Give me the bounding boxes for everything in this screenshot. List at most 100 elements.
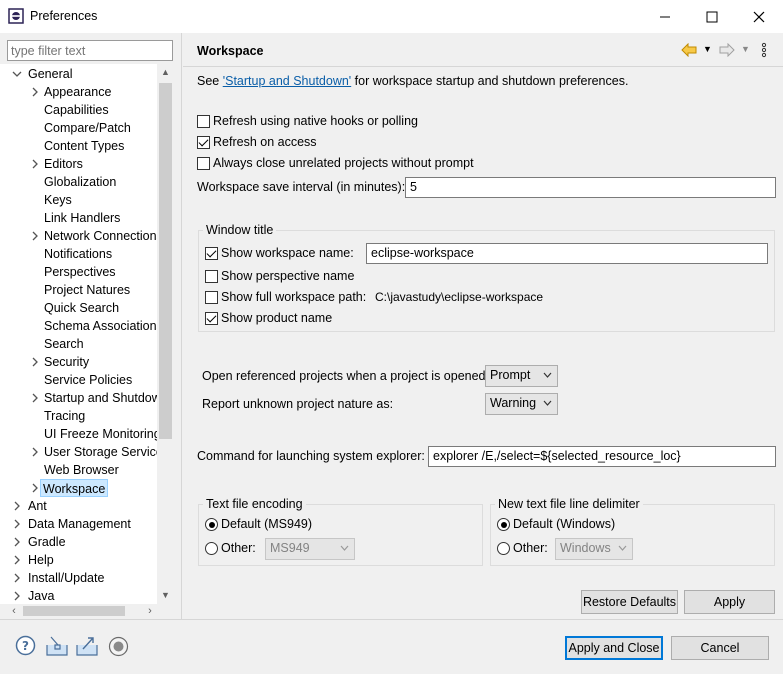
startup-shutdown-link[interactable]: 'Startup and Shutdown' [223,74,351,88]
scroll-right-icon[interactable]: › [143,604,157,618]
tree-item-network-connections[interactable]: Network Connections [44,227,163,245]
chevron-right-icon[interactable] [11,533,23,551]
tree-item-service-policies[interactable]: Service Policies [44,371,132,389]
chevron-right-icon[interactable] [29,389,41,407]
chevron-right-icon[interactable] [11,551,23,569]
encoding-other-radio[interactable] [205,542,218,555]
encoding-other-label: Other: [221,541,256,555]
export-icon[interactable] [75,635,99,660]
see-suffix: for workspace startup and shutdown prefe… [351,74,629,88]
tree-item-link-handlers[interactable]: Link Handlers [44,209,120,227]
tree-item-capabilities[interactable]: Capabilities [44,101,109,119]
chevron-right-icon[interactable] [11,569,23,587]
always-close-checkbox[interactable] [197,157,210,170]
tree-item-schema-associations[interactable]: Schema Associations [44,317,163,335]
chevron-right-icon[interactable] [11,587,23,604]
help-icon[interactable]: ? [15,635,36,659]
tree-item-startup-and-shutdown[interactable]: Startup and Shutdown [44,389,168,407]
show-perspective-checkbox[interactable] [205,270,218,283]
apply-button[interactable]: Apply [684,590,775,614]
maximize-button[interactable] [689,0,735,33]
tree-item-search[interactable]: Search [44,335,84,353]
import-icon[interactable] [45,635,69,660]
tree-item-java[interactable]: Java [28,587,54,604]
tree-item-editors[interactable]: Editors [44,155,83,173]
bottom-separator [0,619,783,620]
pane-divider [181,33,182,619]
workspace-name-input[interactable]: eclipse-workspace [366,243,768,264]
tree-item-project-natures[interactable]: Project Natures [44,281,130,299]
encoding-other-select[interactable]: MS949 [265,538,355,560]
delimiter-other-radio[interactable] [497,542,510,555]
tree-vertical-scrollbar[interactable]: ▲ ▼ [157,64,174,604]
full-path-value: C:\javastudy\eclipse-workspace [375,290,544,304]
scrollbar-thumb[interactable] [159,83,172,439]
minimize-button[interactable] [642,0,688,33]
apply-and-close-button[interactable]: Apply and Close [565,636,663,660]
refresh-native-checkbox[interactable] [197,115,210,128]
open-referenced-value: Prompt [490,368,531,382]
tree-item-help[interactable]: Help [28,551,54,569]
tree-item-ui-freeze-monitoring[interactable]: UI Freeze Monitoring [44,425,161,443]
tree-item-web-browser[interactable]: Web Browser [44,461,119,479]
save-interval-label: Workspace save interval (in minutes): [197,180,406,194]
back-arrow-icon[interactable] [681,42,697,60]
chevron-right-icon[interactable] [29,83,41,101]
back-dropdown-icon[interactable]: ▼ [703,44,712,54]
tree-item-globalization[interactable]: Globalization [44,173,116,191]
cancel-button[interactable]: Cancel [671,636,769,660]
chevron-right-icon[interactable] [29,443,41,461]
tree-item-perspectives[interactable]: Perspectives [44,263,116,281]
preference-tree: General Appearance Capabilities Compare/Pa… [0,64,174,604]
tree-item-workspace[interactable]: Workspace [40,479,109,497]
scroll-left-icon[interactable]: ‹ [7,604,21,618]
command-input[interactable]: explorer /E,/select=${selected_resource_… [428,446,776,467]
show-product-checkbox[interactable] [205,312,218,325]
delimiter-default-radio[interactable] [497,518,510,531]
view-menu-icon[interactable] [760,42,768,61]
refresh-native-label: Refresh using native hooks or polling [213,114,418,128]
forward-arrow-icon[interactable] [719,42,735,60]
save-interval-input[interactable]: 5 [405,177,776,198]
tree-item-data-management[interactable]: Data Management [28,515,131,533]
chevron-right-icon[interactable] [29,155,41,173]
tree-item-tracing[interactable]: Tracing [44,407,85,425]
see-prefix: See [197,74,223,88]
record-icon[interactable] [108,636,129,660]
encoding-default-label: Default (MS949) [221,517,313,531]
window-title-group-label: Window title [203,223,277,237]
tree-item-keys[interactable]: Keys [44,191,72,209]
hscrollbar-thumb[interactable] [23,606,125,616]
tree-item-ant[interactable]: Ant [28,497,47,515]
encoding-default-radio[interactable] [205,518,218,531]
report-unknown-select[interactable]: Warning [485,393,558,415]
tree-item-appearance[interactable]: Appearance [44,83,111,101]
eclipse-app-icon [8,8,24,24]
chevron-right-icon[interactable] [29,353,41,371]
show-workspace-name-checkbox[interactable] [205,247,218,260]
tree-item-quick-search[interactable]: Quick Search [44,299,119,317]
restore-defaults-button[interactable]: Restore Defaults [581,590,678,614]
delimiter-other-select[interactable]: Windows [555,538,633,560]
tree-item-general[interactable]: General [28,65,72,83]
tree-horizontal-scrollbar[interactable]: ‹ › [7,604,157,618]
open-referenced-select[interactable]: Prompt [485,365,558,387]
chevron-right-icon[interactable] [11,497,23,515]
chevron-down-icon[interactable] [11,65,23,83]
chevron-right-icon[interactable] [29,227,41,245]
tree-item-notifications[interactable]: Notifications [44,245,112,263]
tree-item-security[interactable]: Security [44,353,89,371]
tree-item-gradle[interactable]: Gradle [28,533,66,551]
chevron-right-icon[interactable] [11,515,23,533]
filter-input[interactable] [7,40,173,61]
show-full-path-checkbox[interactable] [205,291,218,304]
forward-dropdown-icon[interactable]: ▼ [741,44,750,54]
tree-item-user-storage-service[interactable]: User Storage Service [44,443,163,461]
tree-item-install-update[interactable]: Install/Update [28,569,104,587]
tree-item-content-types[interactable]: Content Types [44,137,124,155]
tree-item-compare-patch[interactable]: Compare/Patch [44,119,131,137]
refresh-access-checkbox[interactable] [197,136,210,149]
scroll-up-icon[interactable]: ▲ [157,64,174,81]
scroll-down-icon[interactable]: ▼ [157,587,174,604]
close-button[interactable] [736,0,782,33]
